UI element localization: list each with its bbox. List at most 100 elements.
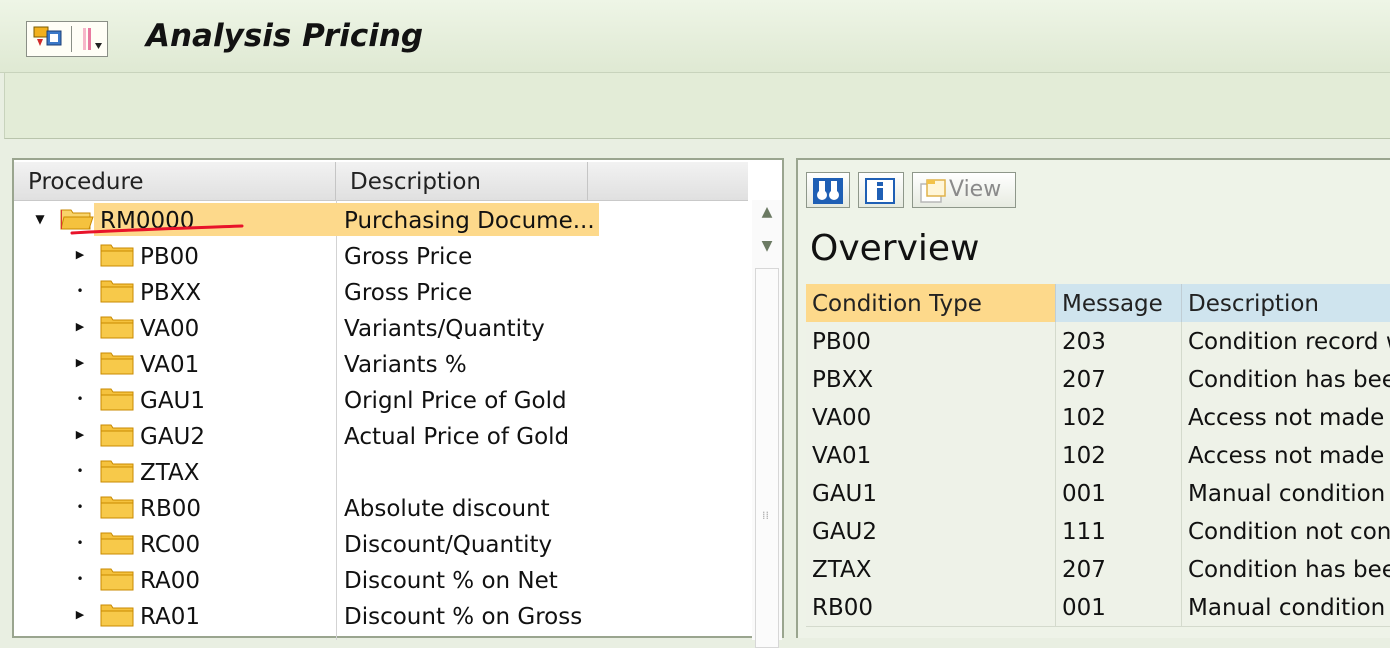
message-cell[interactable]: 207	[1056, 360, 1182, 398]
expand-arrow-icon[interactable]: ▶	[74, 318, 86, 336]
folder-icon	[100, 460, 134, 483]
expand-arrow-icon[interactable]: ▶	[74, 246, 86, 264]
tree-row[interactable]: • RA00 Discount % on Net	[14, 562, 748, 598]
folder-icon	[100, 316, 134, 339]
tree-node-name[interactable]: GAU1	[138, 383, 207, 416]
folder-icon	[100, 388, 134, 411]
tree-row[interactable]: • RB00 Absolute discount	[14, 490, 748, 526]
tree-node-description: Discount % on Net	[344, 568, 558, 594]
column-header-message[interactable]: Message	[1056, 284, 1182, 322]
condition-type-cell[interactable]: GAU1	[806, 474, 1056, 512]
scroll-up-button[interactable]: ▲	[752, 200, 782, 224]
scroll-grip-icon: ⁞⁞	[762, 509, 769, 522]
tree-scrollbar[interactable]: ▲ ▼ ⁞⁞	[752, 200, 782, 648]
condition-type-cell[interactable]: PBXX	[806, 360, 1056, 398]
tree-node-name[interactable]: RA01	[138, 599, 202, 632]
grid-row[interactable]: GAU2 111 Condition not cons	[806, 512, 1390, 551]
tree-row[interactable]: ▶ VA01 Variants %	[14, 346, 748, 382]
column-header-description[interactable]: Description	[1182, 284, 1390, 322]
folder-icon	[100, 244, 134, 267]
tree-node-description: Discount % on Gross	[344, 604, 583, 630]
scroll-down-button[interactable]: ▼	[752, 234, 782, 258]
folder-icon	[100, 424, 134, 447]
condition-type-cell[interactable]: VA00	[806, 398, 1056, 436]
tree-row[interactable]: ▶ RA01 Discount % on Gross	[14, 598, 748, 634]
description-cell[interactable]: Manual condition	[1182, 474, 1390, 512]
message-cell[interactable]: 102	[1056, 436, 1182, 474]
tree-node-name[interactable]: VA01	[138, 347, 201, 380]
tree-node-description: Orignl Price of Gold	[344, 388, 567, 414]
tree-node-name[interactable]: ZTAX	[138, 455, 202, 488]
tree-node-name[interactable]: GAU2	[138, 419, 207, 452]
message-cell[interactable]: 207	[1056, 550, 1182, 588]
column-header-description[interactable]: Description	[336, 162, 588, 200]
layout-menu-icon	[83, 28, 102, 50]
tree-node-description: Purchasing Docume...	[337, 203, 599, 236]
tree-node-description: Discount/Quantity	[344, 532, 553, 558]
tree-row[interactable]: ▶ PB00 Gross Price	[14, 238, 748, 274]
tree-node-description: Absolute discount	[344, 496, 550, 522]
message-cell[interactable]: 203	[1056, 322, 1182, 360]
grid-row[interactable]: GAU1 001 Manual condition	[806, 474, 1390, 513]
collapse-arrow-icon[interactable]: ▼	[34, 210, 46, 228]
view-button-label: View	[949, 177, 1002, 202]
condition-type-cell[interactable]: ZTAX	[806, 550, 1056, 588]
grid-row[interactable]: VA00 102 Access not made (	[806, 398, 1390, 437]
expand-arrow-icon[interactable]: ▶	[74, 606, 86, 624]
description-cell[interactable]: Access not made (	[1182, 398, 1390, 436]
tree-row[interactable]: • RC00 Discount/Quantity	[14, 526, 748, 562]
leaf-bullet-icon: •	[76, 500, 84, 514]
grid-row[interactable]: PBXX 207 Condition has beer	[806, 360, 1390, 399]
expand-arrow-icon[interactable]: ▶	[74, 426, 86, 444]
description-cell[interactable]: Manual condition	[1182, 588, 1390, 626]
info-icon	[865, 178, 895, 204]
folder-icon	[100, 352, 134, 375]
folder-icon	[100, 532, 134, 555]
grid-row[interactable]: VA01 102 Access not made (	[806, 436, 1390, 475]
message-cell[interactable]: 102	[1056, 398, 1182, 436]
leaf-bullet-icon: •	[76, 536, 84, 550]
tree-node-name[interactable]: PB00	[138, 239, 201, 272]
find-button[interactable]	[806, 172, 850, 208]
tree-row[interactable]: • ZTAX	[14, 454, 748, 490]
tree-row[interactable]: ▶ GAU2 Actual Price of Gold	[14, 418, 748, 454]
column-header-condition-type[interactable]: Condition Type	[806, 284, 1056, 322]
description-cell[interactable]: Condition has beer	[1182, 550, 1390, 588]
description-cell[interactable]: Condition record w	[1182, 322, 1390, 360]
description-cell[interactable]: Access not made (	[1182, 436, 1390, 474]
tree-node-name[interactable]: RA00	[138, 563, 202, 596]
message-cell[interactable]: 001	[1056, 588, 1182, 626]
overview-heading: Overview	[810, 228, 980, 269]
page-title: Analysis Pricing	[146, 18, 424, 54]
message-cell[interactable]: 111	[1056, 512, 1182, 550]
tree-row[interactable]: • GAU1 Orignl Price of Gold	[14, 382, 748, 418]
description-cell[interactable]: Condition has beer	[1182, 360, 1390, 398]
column-header-empty	[588, 162, 748, 200]
analysis-detail-panel: View Overview Condition Type Message Des…	[796, 158, 1390, 638]
view-button[interactable]: View	[912, 172, 1016, 208]
condition-type-cell[interactable]: GAU2	[806, 512, 1056, 550]
message-cell[interactable]: 001	[1056, 474, 1182, 512]
system-menu-button[interactable]	[26, 21, 108, 57]
tree-row[interactable]: ▶ VA00 Variants/Quantity	[14, 310, 748, 346]
grid-row[interactable]: ZTAX 207 Condition has beer	[806, 550, 1390, 589]
tree-row[interactable]: • PBXX Gross Price	[14, 274, 748, 310]
tree-node-name[interactable]: PBXX	[138, 275, 203, 308]
column-header-procedure[interactable]: Procedure	[14, 162, 336, 200]
view-folder-icon	[920, 179, 946, 203]
tree-node-name[interactable]: VA00	[138, 311, 201, 344]
tree-node-description: Gross Price	[344, 280, 473, 306]
folder-icon	[100, 568, 134, 591]
condition-type-cell[interactable]: VA01	[806, 436, 1056, 474]
info-button[interactable]	[858, 172, 904, 208]
tree-node-description: Variants/Quantity	[344, 316, 545, 342]
tree-node-name[interactable]: RB00	[138, 491, 203, 524]
description-cell[interactable]: Condition not cons	[1182, 512, 1390, 550]
scroll-track[interactable]: ⁞⁞	[755, 268, 779, 648]
condition-type-cell[interactable]: PB00	[806, 322, 1056, 360]
condition-type-cell[interactable]: RB00	[806, 588, 1056, 626]
grid-row[interactable]: PB00 203 Condition record w	[806, 322, 1390, 361]
expand-arrow-icon[interactable]: ▶	[74, 354, 86, 372]
grid-row[interactable]: RB00 001 Manual condition	[806, 588, 1390, 627]
tree-node-name[interactable]: RC00	[138, 527, 202, 560]
